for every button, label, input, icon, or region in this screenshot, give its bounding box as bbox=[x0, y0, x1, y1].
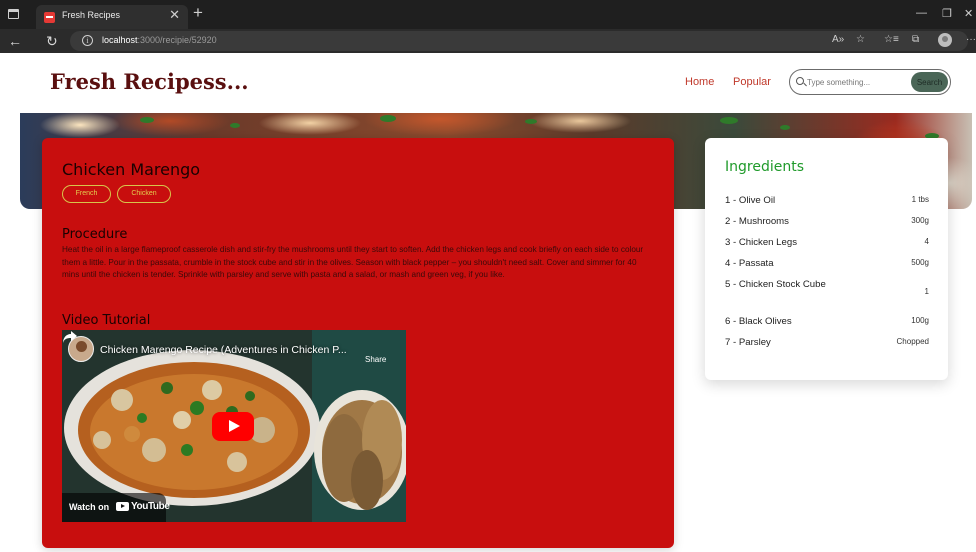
site-info-icon[interactable]: i bbox=[82, 35, 93, 46]
watch-on-youtube-button[interactable]: Watch on YouTube bbox=[62, 493, 170, 522]
ingredient-qty: 300g bbox=[911, 216, 929, 225]
video-tutorial-heading: Video Tutorial bbox=[62, 313, 151, 328]
youtube-wordmark: YouTube bbox=[131, 501, 170, 512]
profile-avatar[interactable] bbox=[938, 33, 952, 47]
reload-icon[interactable]: ↻ bbox=[46, 33, 58, 49]
ingredient-qty: 1 bbox=[924, 287, 929, 296]
search-input[interactable] bbox=[807, 75, 907, 89]
url-text: localhost:3000/recipie/52920 bbox=[102, 35, 217, 45]
read-aloud-icon[interactable]: A» bbox=[832, 34, 844, 45]
url-field[interactable]: i localhost:3000/recipie/52920 A» ☆ ☆≡ ⧉… bbox=[70, 31, 976, 51]
ingredients-card: Ingredients 1 - Olive Oil 1 tbs 2 - Mush… bbox=[705, 138, 948, 380]
more-options-icon[interactable]: ··· bbox=[966, 34, 976, 45]
search-button[interactable]: Search bbox=[911, 72, 948, 92]
favicon-icon bbox=[44, 12, 55, 23]
close-tab-icon[interactable]: ✕ bbox=[169, 8, 180, 22]
tab-title: Fresh Recipes bbox=[62, 10, 121, 20]
site-header: Fresh Recipess... Home Popular Search bbox=[0, 53, 976, 113]
ingredient-qty: Chopped bbox=[896, 337, 929, 346]
site-logo[interactable]: Fresh Recipess... bbox=[50, 69, 249, 94]
ingredient-name: 5 - Chicken Stock Cube bbox=[725, 279, 826, 290]
ingredient-name: 1 - Olive Oil bbox=[725, 195, 776, 206]
ingredient-qty: 4 bbox=[924, 237, 929, 246]
nav-home-link[interactable]: Home bbox=[685, 76, 714, 88]
play-button[interactable] bbox=[212, 412, 254, 441]
watch-on-label: Watch on bbox=[69, 502, 110, 512]
ingredient-name: 4 - Passata bbox=[725, 258, 774, 269]
tag-chicken[interactable]: Chicken bbox=[117, 185, 171, 203]
nav-popular-link[interactable]: Popular bbox=[733, 76, 771, 88]
video-embed[interactable]: Chicken Marengo Recipe (Adventures in Ch… bbox=[62, 330, 406, 522]
procedure-heading: Procedure bbox=[62, 227, 128, 242]
ingredient-qty: 1 tbs bbox=[911, 195, 929, 204]
ingredient-name: 7 - Parsley bbox=[725, 337, 771, 348]
youtube-logo-icon bbox=[116, 502, 129, 511]
favorites-icon[interactable]: ☆≡ bbox=[884, 34, 899, 45]
ingredients-title: Ingredients bbox=[725, 159, 804, 175]
back-icon[interactable]: ← bbox=[8, 33, 22, 49]
search-icon bbox=[796, 77, 804, 85]
search-box: Search bbox=[789, 69, 951, 95]
address-bar: ← ↻ i localhost:3000/recipie/52920 A» ☆ … bbox=[0, 29, 976, 53]
browser-tab[interactable]: Fresh Recipes ✕ bbox=[36, 5, 188, 29]
share-label[interactable]: Share bbox=[365, 355, 386, 364]
tab-actions-icon[interactable] bbox=[8, 9, 19, 19]
add-favorite-icon[interactable]: ☆ bbox=[856, 34, 865, 45]
video-title[interactable]: Chicken Marengo Recipe (Adventures in Ch… bbox=[100, 344, 347, 356]
share-icon[interactable] bbox=[62, 330, 78, 344]
collections-icon[interactable]: ⧉ bbox=[912, 34, 919, 45]
ingredient-name: 6 - Black Olives bbox=[725, 316, 792, 327]
close-window-icon[interactable]: ✕ bbox=[964, 7, 973, 20]
tag-french[interactable]: French bbox=[62, 185, 111, 203]
minimize-icon[interactable]: — bbox=[916, 7, 927, 19]
recipe-title: Chicken Marengo bbox=[62, 160, 201, 179]
ingredient-name: 2 - Mushrooms bbox=[725, 216, 789, 227]
browser-tab-bar: Fresh Recipes ✕ + — ❐ ✕ bbox=[0, 0, 976, 29]
new-tab-icon[interactable]: + bbox=[193, 4, 203, 22]
procedure-text: Heat the oil in a large flameproof casse… bbox=[62, 245, 644, 280]
ingredient-qty: 100g bbox=[911, 316, 929, 325]
ingredient-name: 3 - Chicken Legs bbox=[725, 237, 797, 248]
restore-icon[interactable]: ❐ bbox=[942, 7, 952, 20]
ingredient-qty: 500g bbox=[911, 258, 929, 267]
